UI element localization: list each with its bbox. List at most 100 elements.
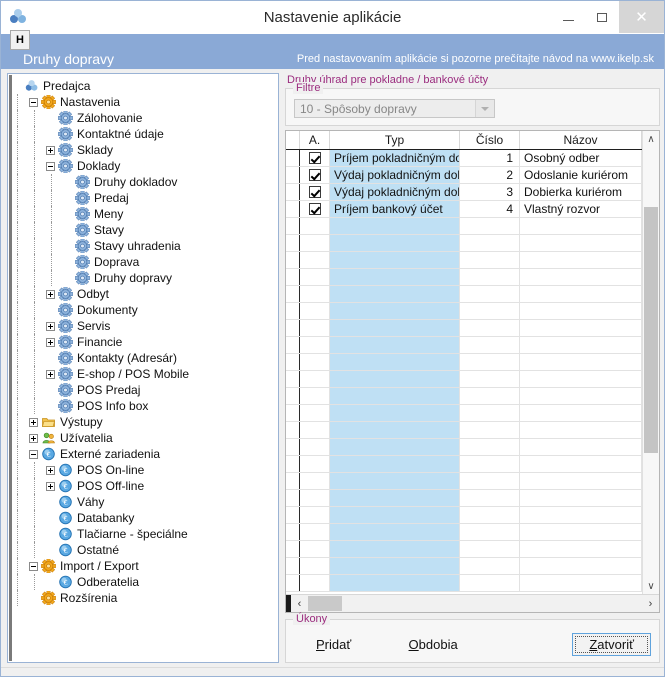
cell-nazov[interactable]: Osobný odber [520,150,642,166]
cell-empty-typ[interactable] [330,439,460,455]
row-selector-cell[interactable] [286,320,300,336]
table-row[interactable]: Výdaj pokladničným dokladom2Odoslanie ku… [286,167,642,184]
table-row-empty[interactable] [286,286,642,303]
grid-vertical-scrollbar[interactable]: ∧ ∨ [642,131,659,594]
cell-typ[interactable]: Výdaj pokladničným dokladom [330,167,460,183]
cell-empty-typ[interactable] [330,524,460,540]
cell-empty-typ[interactable] [330,286,460,302]
cell-empty-nazov[interactable] [520,320,642,336]
cell-empty-nazov[interactable] [520,252,642,268]
table-row-empty[interactable] [286,575,642,592]
table-row-empty[interactable] [286,218,642,235]
grid-horizontal-scrollbar[interactable]: ‹ › [286,594,659,612]
cell-empty-a[interactable] [300,541,330,557]
close-button[interactable]: ✕ [619,1,664,33]
scroll-left-button[interactable]: ‹ [291,598,308,610]
tree-item-druhy-dokladov[interactable]: Druhy dokladov [8,174,278,190]
cell-empty-cislo[interactable] [460,490,520,506]
expand-icon[interactable] [46,465,55,475]
cell-cislo[interactable]: 1 [460,150,520,166]
cell-nazov[interactable]: Dobierka kuriérom [520,184,642,200]
cell-empty-a[interactable] [300,439,330,455]
cell-empty-cislo[interactable] [460,269,520,285]
collapse-icon[interactable] [29,97,38,107]
cell-empty-cislo[interactable] [460,286,520,302]
row-selector-cell[interactable] [286,286,300,302]
grid-header-typ[interactable]: Typ [330,131,460,149]
table-row-empty[interactable] [286,439,642,456]
cell-empty-cislo[interactable] [460,371,520,387]
tree-item-sklady[interactable]: Sklady [8,142,278,158]
collapse-icon[interactable] [29,561,38,571]
row-selector-cell[interactable] [286,490,300,506]
cell-empty-cislo[interactable] [460,575,520,591]
cell-empty-nazov[interactable] [520,354,642,370]
add-button[interactable]: Pridať [316,637,351,652]
cell-empty-a[interactable] [300,456,330,472]
cell-empty-typ[interactable] [330,456,460,472]
cell-nazov[interactable]: Odoslanie kuriérom [520,167,642,183]
row-selector-cell[interactable] [286,252,300,268]
cell-empty-typ[interactable] [330,337,460,353]
row-selector-cell[interactable] [286,303,300,319]
cell-empty-a[interactable] [300,507,330,523]
cell-empty-cislo[interactable] [460,507,520,523]
tree-item-import-export[interactable]: Import / Export [8,558,278,574]
cell-empty-cislo[interactable] [460,439,520,455]
tree-item-predaj[interactable]: Predaj [8,190,278,206]
expand-icon[interactable] [46,145,55,155]
collapse-icon[interactable] [46,161,55,171]
cell-empty-cislo[interactable] [460,541,520,557]
cell-empty-nazov[interactable] [520,337,642,353]
table-row[interactable]: Výdaj pokladničným dokladom3Dobierka kur… [286,184,642,201]
filter-select[interactable]: 10 - Spôsoby dopravy [294,99,495,118]
row-active-checkbox-cell[interactable] [300,150,330,166]
tree-item-kontaktn-daje[interactable]: Kontaktné údaje [8,126,278,142]
cell-empty-nazov[interactable] [520,218,642,234]
cell-empty-a[interactable] [300,252,330,268]
maximize-button[interactable] [585,1,619,33]
cell-empty-a[interactable] [300,218,330,234]
table-row-empty[interactable] [286,456,642,473]
tree-item-pos-info-box[interactable]: POS Info box [8,398,278,414]
grid-header-a[interactable]: A. [300,131,330,149]
cell-empty-cislo[interactable] [460,456,520,472]
tree-item-pos-off-line[interactable]: € POS Off-line [8,478,278,494]
checkbox-checked-icon[interactable] [308,169,321,181]
row-selector-cell[interactable] [286,575,300,591]
cell-empty-a[interactable] [300,286,330,302]
row-selector-cell[interactable] [286,422,300,438]
cell-empty-cislo[interactable] [460,337,520,353]
cell-empty-cislo[interactable] [460,252,520,268]
tree-item-doklady[interactable]: Doklady [8,158,278,174]
cell-empty-typ[interactable] [330,405,460,421]
scroll-up-button[interactable]: ∧ [643,131,659,147]
table-row-empty[interactable] [286,388,642,405]
cell-empty-nazov[interactable] [520,371,642,387]
cell-empty-a[interactable] [300,320,330,336]
cell-empty-nazov[interactable] [520,473,642,489]
cell-empty-typ[interactable] [330,541,460,557]
cell-empty-nazov[interactable] [520,286,642,302]
cell-empty-cislo[interactable] [460,422,520,438]
tree-item-odbyt[interactable]: Odbyt [8,286,278,302]
cell-empty-nazov[interactable] [520,456,642,472]
cell-empty-typ[interactable] [330,388,460,404]
tree-item-ostatn[interactable]: € Ostatné [8,542,278,558]
checkbox-checked-icon[interactable] [308,152,321,164]
table-row-empty[interactable] [286,303,642,320]
cell-typ[interactable]: Výdaj pokladničným dokladom [330,184,460,200]
cell-empty-cislo[interactable] [460,354,520,370]
cell-empty-cislo[interactable] [460,303,520,319]
row-selector-cell[interactable] [286,150,300,166]
table-row-empty[interactable] [286,320,642,337]
tree-item-doprava[interactable]: Doprava [8,254,278,270]
table-row-empty[interactable] [286,473,642,490]
table-row-empty[interactable] [286,524,642,541]
table-row-empty[interactable] [286,422,642,439]
periods-button[interactable]: Obdobia [409,637,458,652]
cell-empty-a[interactable] [300,558,330,574]
checkbox-checked-icon[interactable] [308,186,321,198]
horizontal-scroll-thumb[interactable] [308,596,342,611]
row-selector-cell[interactable] [286,473,300,489]
